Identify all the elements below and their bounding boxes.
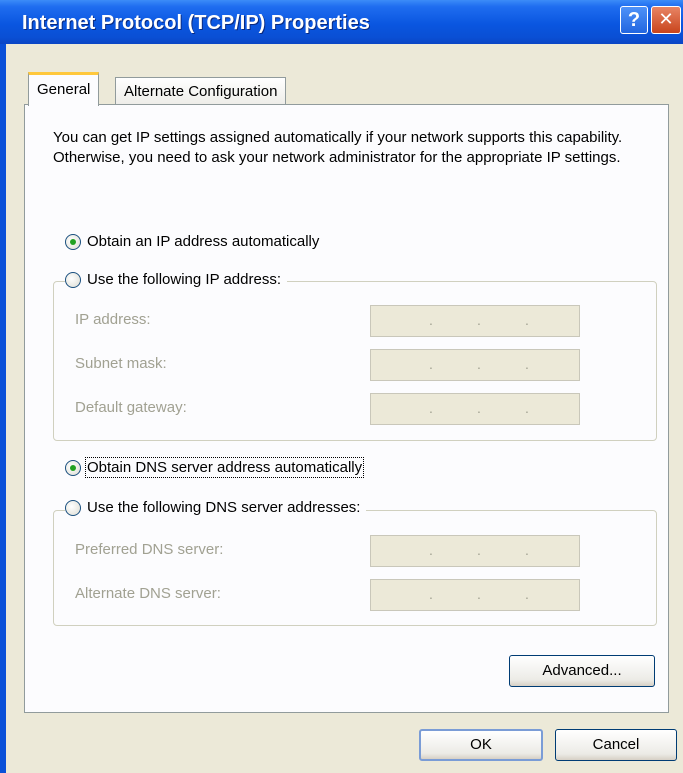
ip-dots: ... <box>429 312 529 328</box>
window-title: Internet Protocol (TCP/IP) Properties <box>22 12 370 34</box>
alternate-dns-field[interactable]: ... <box>370 579 580 611</box>
radio-obtain-ip-auto[interactable]: Obtain an IP address automatically <box>65 233 319 250</box>
use-following-dns-label: Use the following DNS server addresses: <box>87 499 361 516</box>
title-bar[interactable]: Internet Protocol (TCP/IP) Properties ? … <box>0 0 683 44</box>
radio-button-selected[interactable] <box>65 459 81 476</box>
cancel-button[interactable]: Cancel <box>555 729 677 761</box>
ip-dots: ... <box>429 400 529 416</box>
radio-button-selected[interactable] <box>65 233 81 250</box>
close-button[interactable]: ✕ <box>651 6 681 34</box>
ip-dots: ... <box>429 356 529 372</box>
ip-address-label: IP address: <box>75 311 151 328</box>
use-following-ip-label: Use the following IP address: <box>87 271 281 288</box>
window-left-border <box>0 44 6 773</box>
radio-use-following-dns[interactable]: Use the following DNS server addresses: <box>65 499 367 516</box>
help-button[interactable]: ? <box>620 6 648 34</box>
preferred-dns-label: Preferred DNS server: <box>75 541 224 558</box>
ok-button[interactable]: OK <box>419 729 543 761</box>
tab-alternate-configuration[interactable]: Alternate Configuration <box>115 77 287 107</box>
tab-general[interactable]: General <box>28 72 100 106</box>
intro-text: You can get IP settings assigned automat… <box>53 129 623 166</box>
obtain-dns-auto-label: Obtain DNS server address automatically <box>84 457 365 478</box>
default-gateway-field[interactable]: ... <box>370 393 580 425</box>
ip-dots: ... <box>429 586 529 602</box>
general-tab-panel: You can get IP settings assigned automat… <box>24 104 669 713</box>
alternate-dns-label: Alternate DNS server: <box>75 585 221 602</box>
subnet-mask-label: Subnet mask: <box>75 355 167 372</box>
ip-dots: ... <box>429 542 529 558</box>
help-icon: ? <box>627 9 641 31</box>
close-icon: ✕ <box>658 9 674 30</box>
subnet-mask-field[interactable]: ... <box>370 349 580 381</box>
ip-address-field[interactable]: ... <box>370 305 580 337</box>
advanced-button[interactable]: Advanced... <box>509 655 655 687</box>
obtain-ip-auto-label: Obtain an IP address automatically <box>87 233 320 250</box>
radio-button[interactable] <box>65 271 81 288</box>
radio-use-following-ip[interactable]: Use the following IP address: <box>65 271 287 288</box>
preferred-dns-field[interactable]: ... <box>370 535 580 567</box>
radio-button[interactable] <box>65 499 81 516</box>
default-gateway-label: Default gateway: <box>75 399 187 416</box>
radio-obtain-dns-auto[interactable]: Obtain DNS server address automatically <box>65 457 365 478</box>
